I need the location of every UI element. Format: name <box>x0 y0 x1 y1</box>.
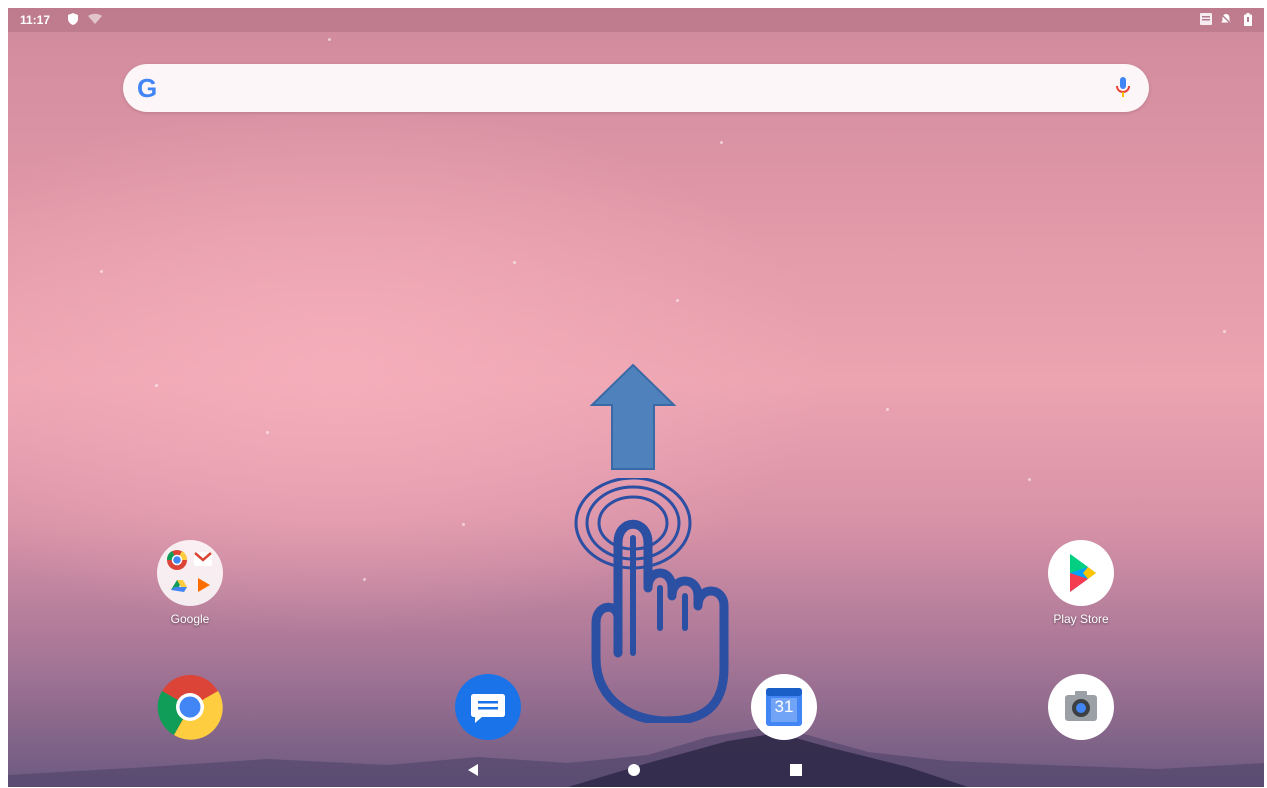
shield-icon <box>68 13 78 25</box>
navigation-bar <box>8 753 1264 787</box>
up-arrow-icon <box>589 363 677 470</box>
chrome-app[interactable] <box>145 674 235 740</box>
wallpaper-star <box>328 38 331 41</box>
app-label: Play Store <box>1053 612 1109 626</box>
back-icon[interactable] <box>466 763 480 777</box>
mic-icon[interactable] <box>1115 76 1131 100</box>
camera-app[interactable] <box>1036 674 1126 740</box>
wallpaper-star <box>100 270 103 273</box>
google-logo: G <box>137 73 158 103</box>
recents-icon[interactable] <box>789 763 803 777</box>
wallpaper-star <box>1223 330 1226 333</box>
home-icon[interactable] <box>627 763 641 777</box>
notifications-off-icon <box>1220 13 1232 25</box>
calendar-date-badge: 31 <box>774 697 794 716</box>
wifi-off-icon <box>88 13 102 24</box>
wallpaper-star <box>1028 478 1031 481</box>
wallpaper-star <box>886 408 889 411</box>
calendar-app[interactable]: 31 <box>739 674 829 740</box>
vpn-icon <box>1200 13 1212 25</box>
home-screen[interactable]: 11:17 G Google Play Store 31 <box>8 8 1264 787</box>
messages-icon <box>455 674 521 740</box>
wallpaper-star <box>462 523 465 526</box>
wallpaper-star <box>513 261 516 264</box>
play-store-app[interactable]: Play Store <box>1036 540 1126 626</box>
battery-icon <box>1244 13 1252 26</box>
google-folder[interactable]: Google <box>145 540 235 626</box>
play-store-icon <box>1048 540 1114 606</box>
wallpaper-star <box>720 141 723 144</box>
wallpaper-star <box>676 299 679 302</box>
app-label: Google <box>170 612 210 626</box>
calendar-icon: 31 <box>751 674 817 740</box>
camera-icon <box>1048 674 1114 740</box>
status-clock: 11:17 <box>20 13 51 27</box>
google-folder-icon <box>157 540 223 606</box>
tap-hand-icon <box>574 478 729 723</box>
status-bar: 11:17 <box>8 8 1264 32</box>
google-search-bar[interactable]: G <box>123 64 1149 112</box>
wallpaper-star <box>363 578 366 581</box>
messages-app[interactable] <box>443 674 533 740</box>
wallpaper-star <box>155 384 158 387</box>
wallpaper-star <box>266 431 269 434</box>
chrome-icon <box>157 674 223 740</box>
